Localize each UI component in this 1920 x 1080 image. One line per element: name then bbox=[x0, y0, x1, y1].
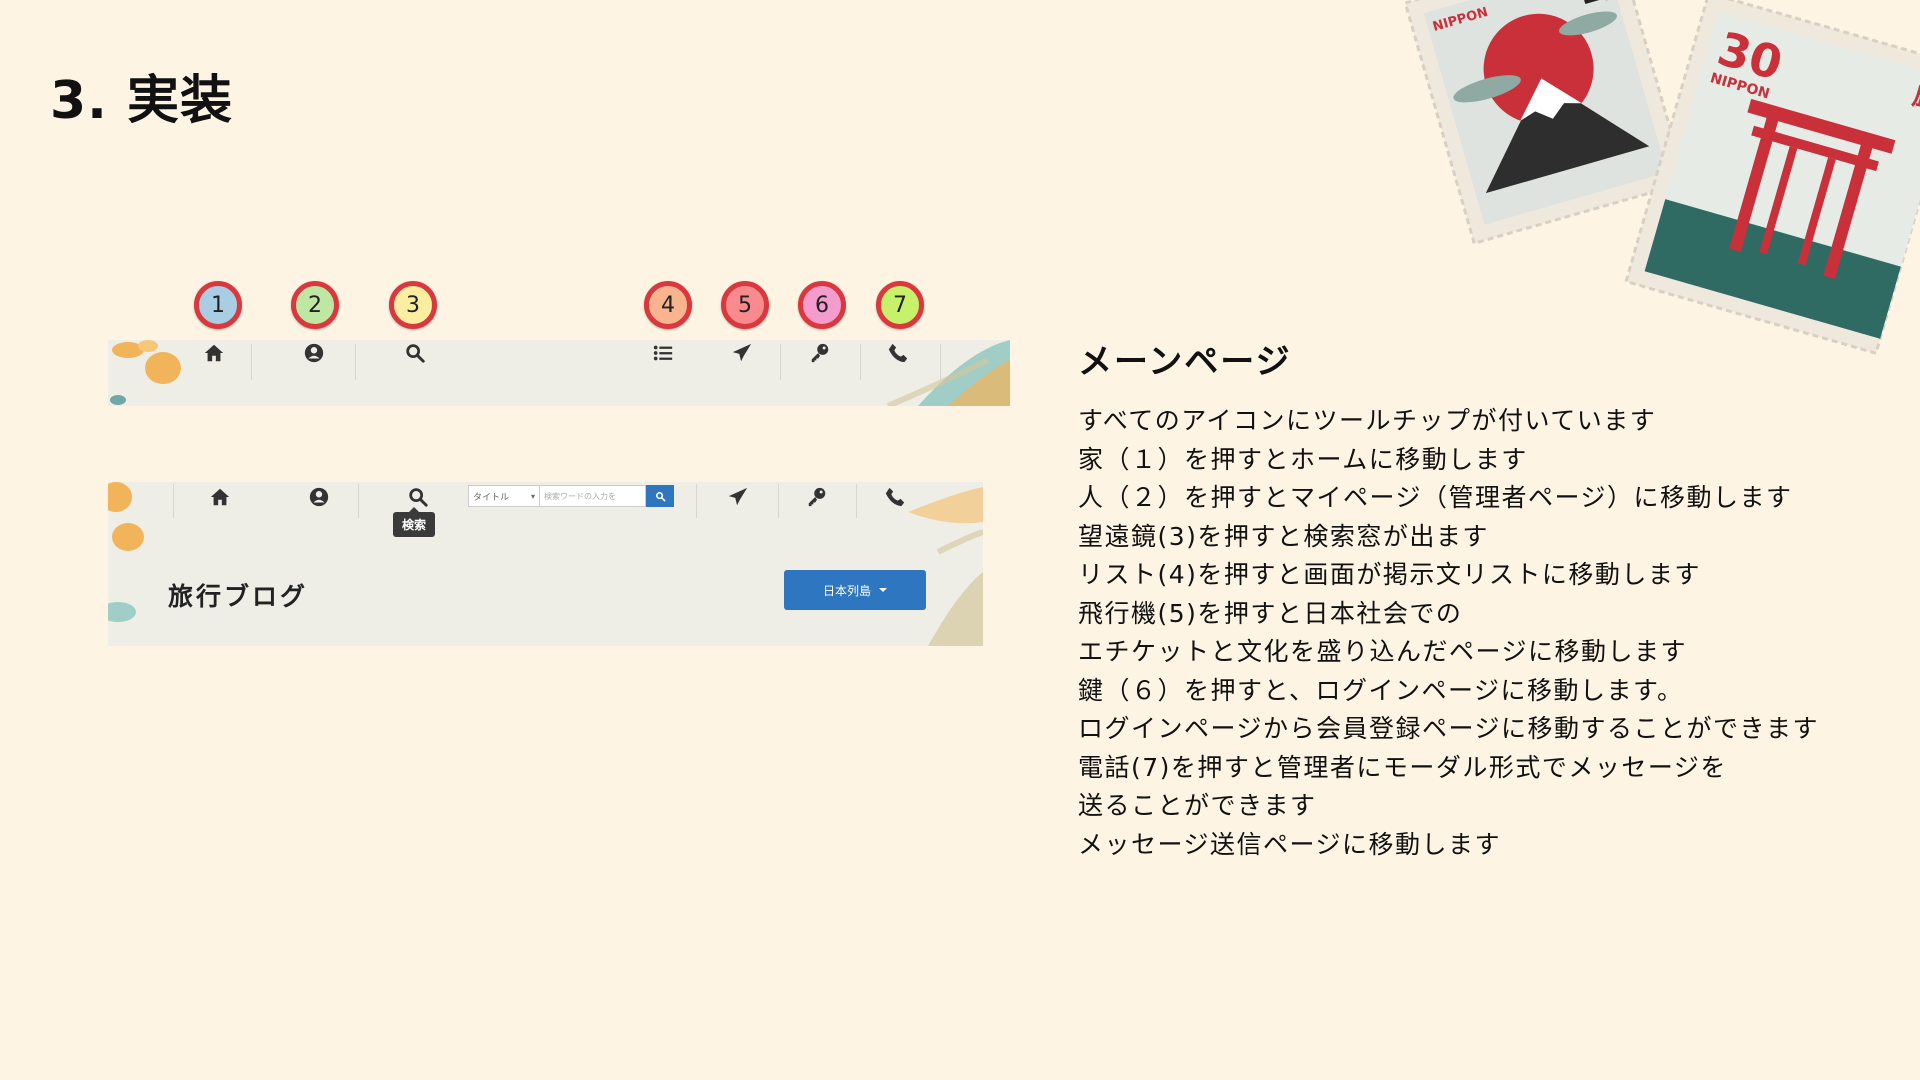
description-line: エチケットと文化を盛り込んだページに移動します bbox=[1078, 637, 1688, 666]
description-line: メッセージ送信ページに移動します bbox=[1078, 829, 1502, 859]
description-heading: メーンページ bbox=[1078, 342, 1292, 382]
phone-icon[interactable] bbox=[885, 340, 911, 366]
stamps-illustration: NIPPON 山 30 NIPPON 厳 bbox=[1403, 0, 1920, 356]
marker-4: 4 bbox=[644, 281, 692, 329]
paper-plane-icon[interactable] bbox=[725, 484, 751, 510]
chevron-down-icon: ▾ bbox=[530, 491, 535, 501]
key-icon[interactable] bbox=[807, 340, 833, 366]
marker-3: 3 bbox=[389, 281, 437, 329]
search-select-value: タイトル bbox=[473, 492, 510, 503]
home-icon[interactable] bbox=[201, 340, 227, 366]
description-line: すべてのアイコンにツールチップが付いています bbox=[1078, 406, 1657, 435]
description-line: リスト(4)を押すと画面が掲示文リストに移動します bbox=[1078, 560, 1701, 589]
search-icon bbox=[655, 491, 665, 501]
navbar-collapsed bbox=[108, 340, 1010, 406]
slide-title: 3. 実装 bbox=[50, 71, 234, 131]
description-line: 飛行機(5)を押すと日本社会での bbox=[1078, 598, 1463, 628]
description-line: 鍵（６）を押すと、ログインページに移動します。 bbox=[1078, 675, 1684, 705]
description-line: 望遠鏡(3)を押すと検索窓が出ます bbox=[1078, 521, 1489, 551]
marker-2: 2 bbox=[291, 281, 339, 329]
home-icon[interactable] bbox=[207, 484, 233, 510]
phone-icon[interactable] bbox=[882, 484, 908, 510]
search-icon[interactable] bbox=[402, 340, 428, 366]
region-dropdown-label: 日本列島 bbox=[822, 583, 871, 598]
slide: 3. 実装 NIPPON 山 30 NIPPON 厳 bbox=[0, 0, 1920, 1080]
search-input[interactable]: 検索ワードの入力を bbox=[540, 485, 646, 507]
marker-5: 5 bbox=[721, 281, 769, 329]
user-icon[interactable] bbox=[306, 484, 332, 510]
description-line: ログインページから会員登録ページに移動することができます bbox=[1078, 714, 1820, 743]
description-line: 電話(7)を押すと管理者にモーダル形式でメッセージを bbox=[1078, 752, 1727, 782]
region-dropdown-button[interactable]: 日本列島 bbox=[784, 570, 926, 610]
search-tooltip: 検索 bbox=[393, 507, 436, 537]
search-input-placeholder: 検索ワードの入力を bbox=[544, 491, 616, 501]
blog-title[interactable]: 旅行ブログ bbox=[168, 577, 308, 613]
search-submit-button[interactable] bbox=[646, 485, 674, 507]
navbar-expanded: タイトル ▾ 検索ワードの入力を 検索 旅行ブログ 日本列島 bbox=[108, 482, 983, 646]
search-form: タイトル ▾ 検索ワードの入力を bbox=[468, 485, 674, 509]
navbar-decoration bbox=[110, 340, 1010, 406]
paper-plane-icon[interactable] bbox=[729, 340, 755, 366]
list-icon[interactable] bbox=[650, 340, 676, 366]
marker-1: 1 bbox=[194, 281, 242, 329]
description-line: 送ることができます bbox=[1078, 791, 1317, 820]
caret-down-icon bbox=[879, 588, 887, 592]
marker-7: 7 bbox=[876, 281, 924, 329]
description-line: 家（１）を押すとホームに移動します bbox=[1078, 444, 1528, 474]
marker-6: 6 bbox=[798, 281, 846, 329]
search-field-select[interactable]: タイトル ▾ bbox=[468, 485, 540, 507]
user-icon[interactable] bbox=[301, 340, 327, 366]
description-line: 人（２）を押すとマイページ（管理者ページ）に移動します bbox=[1078, 483, 1793, 512]
description-text: すべてのアイコンにツールチップが付いています 家（１）を押すとホームに移動します… bbox=[1078, 402, 1878, 864]
key-icon[interactable] bbox=[804, 484, 830, 510]
